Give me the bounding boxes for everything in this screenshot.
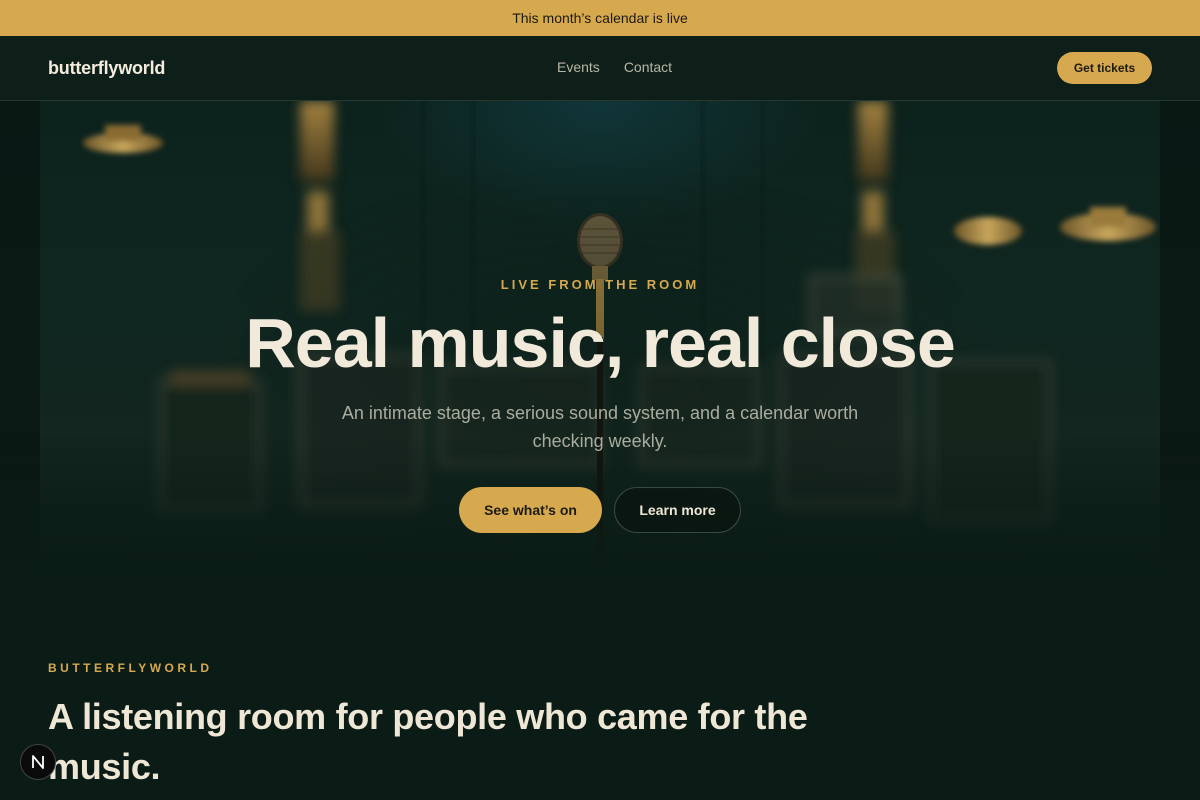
announcement-text: This month’s calendar is live	[512, 10, 688, 26]
hero-eyebrow: LIVE FROM THE ROOM	[500, 277, 700, 292]
nav-link-events[interactable]: Events	[557, 59, 600, 75]
hero-subtitle: An intimate stage, a serious sound syste…	[341, 403, 859, 451]
site-header: butterflyworld Events Contact Get ticket…	[0, 36, 1200, 101]
hero-section: LIVE FROM THE ROOM Real music, real clos…	[0, 101, 1200, 576]
announcement-bar: This month’s calendar is live	[0, 0, 1200, 36]
see-whats-on-button[interactable]: See what’s on	[459, 487, 602, 533]
next-logo-icon[interactable]	[20, 744, 56, 780]
hero-title: Real music, real close	[245, 304, 956, 382]
intro-title: A listening room for people who came for…	[48, 696, 808, 787]
nav-link-contact[interactable]: Contact	[624, 59, 672, 75]
intro-eyebrow: BUTTERFLYWORLD	[48, 661, 213, 675]
site-logo[interactable]: butterflyworld	[48, 58, 165, 79]
get-tickets-button[interactable]: Get tickets	[1057, 52, 1152, 84]
main-nav: Events Contact	[557, 59, 672, 75]
learn-more-button[interactable]: Learn more	[614, 487, 741, 533]
